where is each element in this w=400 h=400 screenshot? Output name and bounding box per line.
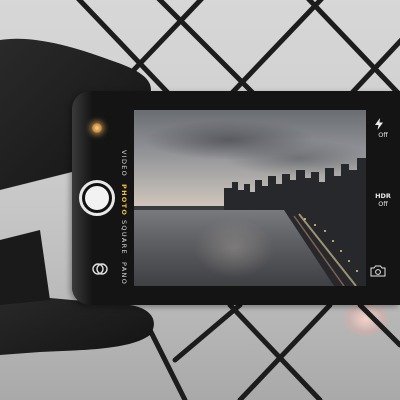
flash-state-label[interactable]: Off	[366, 131, 400, 139]
camera-switch-icon[interactable]	[370, 265, 386, 277]
camera-viewfinder[interactable]	[134, 110, 366, 286]
photo-scene: VIDEO PHOTO SQUARE PANO Off HDR Off	[0, 0, 400, 400]
shutter-button-icon	[85, 186, 109, 210]
city-skyline	[134, 158, 366, 286]
flash-indicator-light	[92, 123, 102, 133]
hdr-state-label[interactable]: Off	[366, 200, 400, 208]
hdr-label[interactable]: HDR	[366, 192, 400, 200]
mode-pano[interactable]: PANO	[118, 262, 128, 382]
shutter-button[interactable]	[79, 180, 115, 216]
lightning-bolt-icon[interactable]	[374, 118, 384, 130]
filters-icon[interactable]	[91, 260, 109, 278]
